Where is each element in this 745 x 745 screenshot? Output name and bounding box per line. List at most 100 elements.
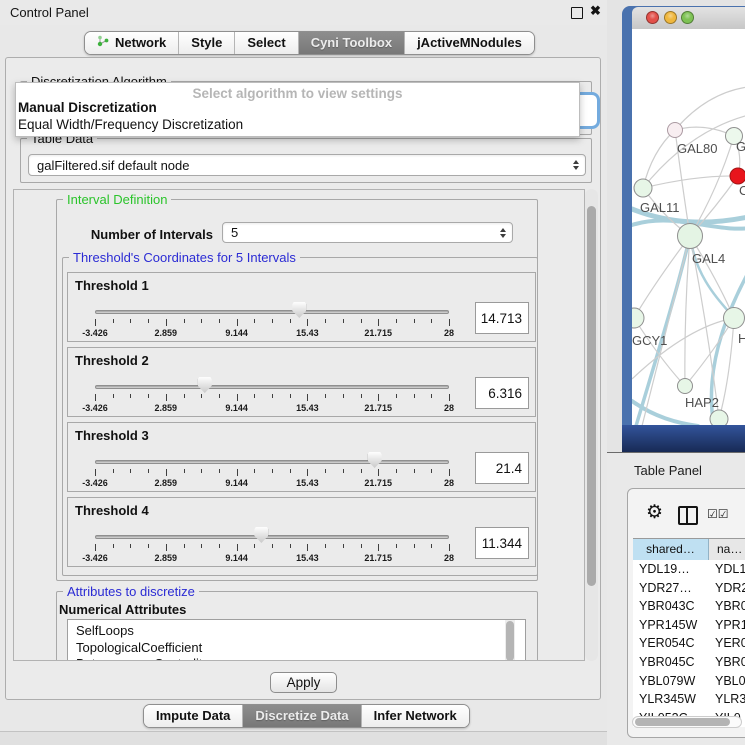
table-row[interactable]: YBR043C YBR0 [633, 597, 745, 616]
tick-mark [343, 469, 344, 473]
gear-icon[interactable]: ⚙ [646, 501, 663, 524]
network-node-h[interactable] [724, 308, 745, 329]
threshold-value-field[interactable]: 11.344 [475, 527, 529, 559]
table-row[interactable]: YER054CYER0 [633, 634, 745, 653]
slider-handle[interactable] [292, 302, 306, 318]
slider-handle[interactable] [254, 527, 268, 543]
tick-mark [237, 469, 238, 476]
table-data-combobox[interactable]: galFiltered.sif default node [28, 154, 586, 176]
bottom-strip [0, 731, 607, 745]
attributes-list-scrollbar[interactable] [505, 620, 515, 661]
interval-definition-group: Interval Definition Number of Intervals … [56, 199, 538, 581]
network-node-gal80[interactable] [668, 123, 683, 138]
scrollbar-thumb[interactable] [587, 206, 596, 586]
attribute-list-item[interactable]: BetweennessCentrality [76, 656, 525, 661]
tick-mark [449, 319, 450, 326]
horizontal-scrollbar[interactable] [632, 716, 742, 728]
tick-mark [361, 544, 362, 548]
attribute-list-item[interactable]: TopologicalCoefficient [76, 640, 525, 657]
scrollbar-thumb[interactable] [506, 621, 514, 661]
tab-label: Style [191, 32, 222, 54]
slider-handle[interactable] [198, 377, 212, 393]
threshold-value-field[interactable]: 14.713 [475, 302, 529, 334]
network-node[interactable] [710, 410, 728, 425]
table-row[interactable]: YBL079WYBL0 [633, 672, 745, 691]
threshold-box: Threshold 3-3.4262.8599.14415.4321.71528… [67, 422, 536, 492]
tick-label: 21.715 [346, 328, 410, 338]
slider-track[interactable] [95, 535, 449, 539]
tab-impute-data[interactable]: Impute Data [144, 705, 243, 727]
dropdown-item[interactable]: Equal Width/Frequency Discretization [18, 117, 243, 132]
tab-network[interactable]: Network [85, 32, 179, 54]
checkbox-icons[interactable]: ☑☑ [707, 507, 729, 521]
network-node-gcy1[interactable] [632, 308, 644, 328]
tick-mark [414, 394, 415, 398]
network-node-hap2[interactable] [678, 379, 693, 394]
tick-label: -3.426 [63, 403, 127, 413]
apply-button[interactable]: Apply [270, 672, 337, 693]
network-window-titlebar[interactable] [632, 7, 745, 30]
tick-mark [201, 394, 202, 398]
slider-track[interactable] [95, 310, 449, 314]
cell-name: YBR0 [715, 653, 745, 672]
table-row[interactable]: YDR27…YDR2 [633, 579, 745, 598]
network-node-gal11[interactable] [634, 179, 652, 197]
vertical-scrollbar[interactable] [585, 189, 598, 661]
tab-cyni-toolbox[interactable]: Cyni Toolbox [299, 32, 405, 54]
group-title: Attributes to discretize [63, 584, 199, 599]
threshold-value-field[interactable]: 6.316 [475, 377, 529, 409]
slider-track[interactable] [95, 460, 449, 464]
close-button[interactable] [646, 11, 659, 24]
tick-label: 9.144 [205, 478, 269, 488]
threshold-value-field[interactable]: 21.4 [475, 452, 529, 484]
tick-mark [290, 394, 291, 398]
close-icon[interactable]: ✖ [590, 3, 601, 19]
minimize-button[interactable] [664, 11, 677, 24]
attributes-list[interactable]: SelfLoopsTopologicalCoefficientBetweenne… [67, 619, 526, 661]
tick-mark [414, 544, 415, 548]
tick-mark [148, 319, 149, 323]
cell-shared-name: YBL079W [639, 672, 695, 691]
float-window-icon[interactable] [571, 7, 583, 19]
table-row[interactable]: YPR145WYPR1 [633, 616, 745, 635]
tick-mark [290, 469, 291, 473]
threshold-box: Threshold 2-3.4262.8599.14415.4321.71528… [67, 347, 536, 417]
column-header-shared[interactable]: shared… [633, 539, 709, 560]
tick-mark [325, 394, 326, 398]
tick-mark [184, 544, 185, 548]
slider-handle[interactable] [368, 452, 382, 468]
tick-label: -3.426 [63, 478, 127, 488]
network-node-gal4[interactable] [678, 224, 703, 249]
dropdown-item[interactable]: Manual Discretization [18, 100, 157, 115]
network-canvas[interactable]: GAL80GACGAL11GAL4GCY1HHAP2 [632, 29, 745, 425]
table-row[interactable]: YDL19…YDL1 [633, 560, 745, 579]
table-data-group: Table Data galFiltered.sif default node [20, 138, 592, 183]
num-intervals-combobox[interactable]: 5 [222, 222, 513, 243]
table-row[interactable]: YBR045CYBR0 [633, 653, 745, 672]
cell-shared-name: YPR145W [639, 616, 697, 635]
tab-discretize-data[interactable]: Discretize Data [243, 705, 361, 727]
tab-style[interactable]: Style [179, 32, 235, 54]
tab-infer-network[interactable]: Infer Network [362, 705, 469, 727]
network-node-c[interactable] [730, 168, 745, 184]
tick-mark [325, 544, 326, 548]
column-header-name[interactable]: na… [709, 539, 745, 560]
bottom-tab-bar: Impute DataDiscretize DataInfer Network [143, 704, 470, 728]
zoom-button[interactable] [681, 11, 694, 24]
table-row[interactable]: YLR345WYLR3 [633, 690, 745, 709]
slider-track[interactable] [95, 385, 449, 389]
tab-jactivemnodules[interactable]: jActiveMNodules [405, 32, 534, 54]
cell-shared-name: YBR043C [639, 597, 695, 616]
node-label: H [738, 331, 745, 346]
tick-label: 2.859 [134, 328, 198, 338]
tick-label: 9.144 [205, 328, 269, 338]
tick-mark [130, 469, 131, 473]
group-title: Threshold's Coordinates for 5 Intervals [69, 250, 300, 265]
settings-viewport: Interval Definition Number of Intervals … [13, 189, 585, 661]
column-layout-icon[interactable] [678, 506, 698, 525]
scrollbar-thumb[interactable] [635, 718, 730, 726]
cell-name: YBR0 [715, 597, 745, 616]
attribute-list-item[interactable]: SelfLoops [76, 623, 525, 640]
tab-select[interactable]: Select [235, 32, 298, 54]
combobox-value: galFiltered.sif default node [37, 158, 565, 173]
